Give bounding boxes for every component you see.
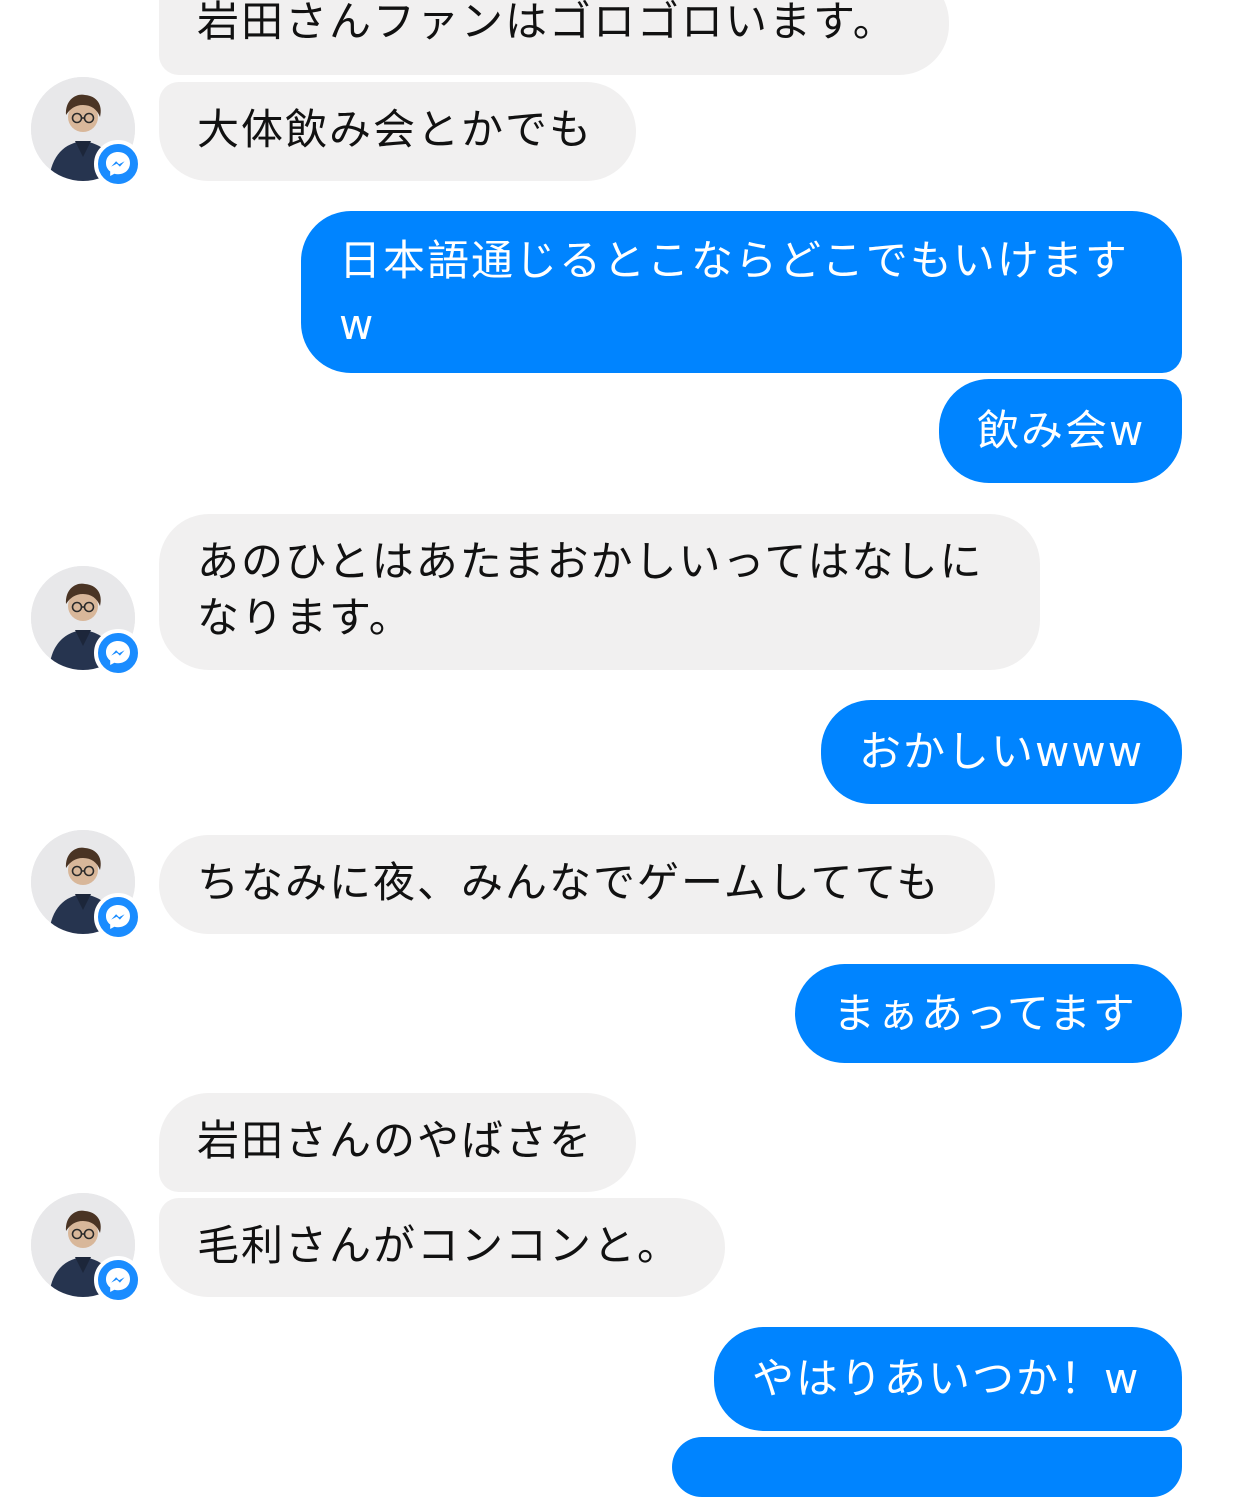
outgoing-message[interactable]: 日本語通じるとこならどこでもいけます w bbox=[301, 211, 1182, 373]
outgoing-message[interactable]: 飲み会w bbox=[939, 379, 1182, 483]
incoming-message[interactable]: 毛利さんがコンコンと。 bbox=[159, 1198, 725, 1297]
message-text: 岩田さんファンはゴロゴロいます。 bbox=[197, 0, 897, 46]
message-text: やはりあいつか！w bbox=[752, 1354, 1141, 1403]
message-text: 飲み会w bbox=[977, 406, 1146, 455]
message-text: ちなみに夜、みんなでゲームしてても bbox=[197, 858, 941, 907]
message-text: 岩田さんのやばさを bbox=[197, 1116, 594, 1165]
outgoing-message[interactable]: おかしいwww bbox=[821, 700, 1182, 804]
contact-avatar[interactable] bbox=[31, 1193, 142, 1304]
messenger-badge-icon bbox=[94, 629, 142, 677]
message-text-line: w bbox=[339, 300, 376, 349]
message-text: 毛利さんがコンコンと。 bbox=[197, 1221, 682, 1270]
outgoing-message[interactable]: やはりあいつか！w bbox=[714, 1327, 1182, 1431]
incoming-message[interactable]: 岩田さんファンはゴロゴロいます。 bbox=[159, 0, 949, 75]
message-text: おかしいwww bbox=[859, 727, 1145, 776]
contact-avatar[interactable] bbox=[31, 566, 142, 677]
messenger-badge-icon bbox=[94, 893, 142, 941]
outgoing-message[interactable]: まぁあってます bbox=[795, 964, 1182, 1063]
message-text: まぁあってます bbox=[833, 989, 1137, 1038]
contact-avatar[interactable] bbox=[31, 830, 142, 941]
message-text-line: 日本語通じるとこならどこでもいけます bbox=[339, 236, 1129, 285]
incoming-message[interactable]: ちなみに夜、みんなでゲームしてても bbox=[159, 835, 995, 934]
messenger-badge-icon bbox=[94, 140, 142, 188]
contact-avatar[interactable] bbox=[31, 77, 142, 188]
incoming-message[interactable]: あのひとはあたまおかしいってはなしに なります。 bbox=[159, 514, 1040, 670]
message-text: 大体飲み会とかでも bbox=[197, 105, 594, 154]
message-text-line: なります。 bbox=[197, 593, 413, 642]
message-text-line: あのひとはあたまおかしいってはなしに bbox=[197, 537, 984, 586]
incoming-message[interactable]: 大体飲み会とかでも bbox=[159, 82, 636, 181]
messenger-badge-icon bbox=[94, 1256, 142, 1304]
outgoing-message-partial[interactable] bbox=[672, 1437, 1182, 1497]
incoming-message[interactable]: 岩田さんのやばさを bbox=[159, 1093, 636, 1192]
